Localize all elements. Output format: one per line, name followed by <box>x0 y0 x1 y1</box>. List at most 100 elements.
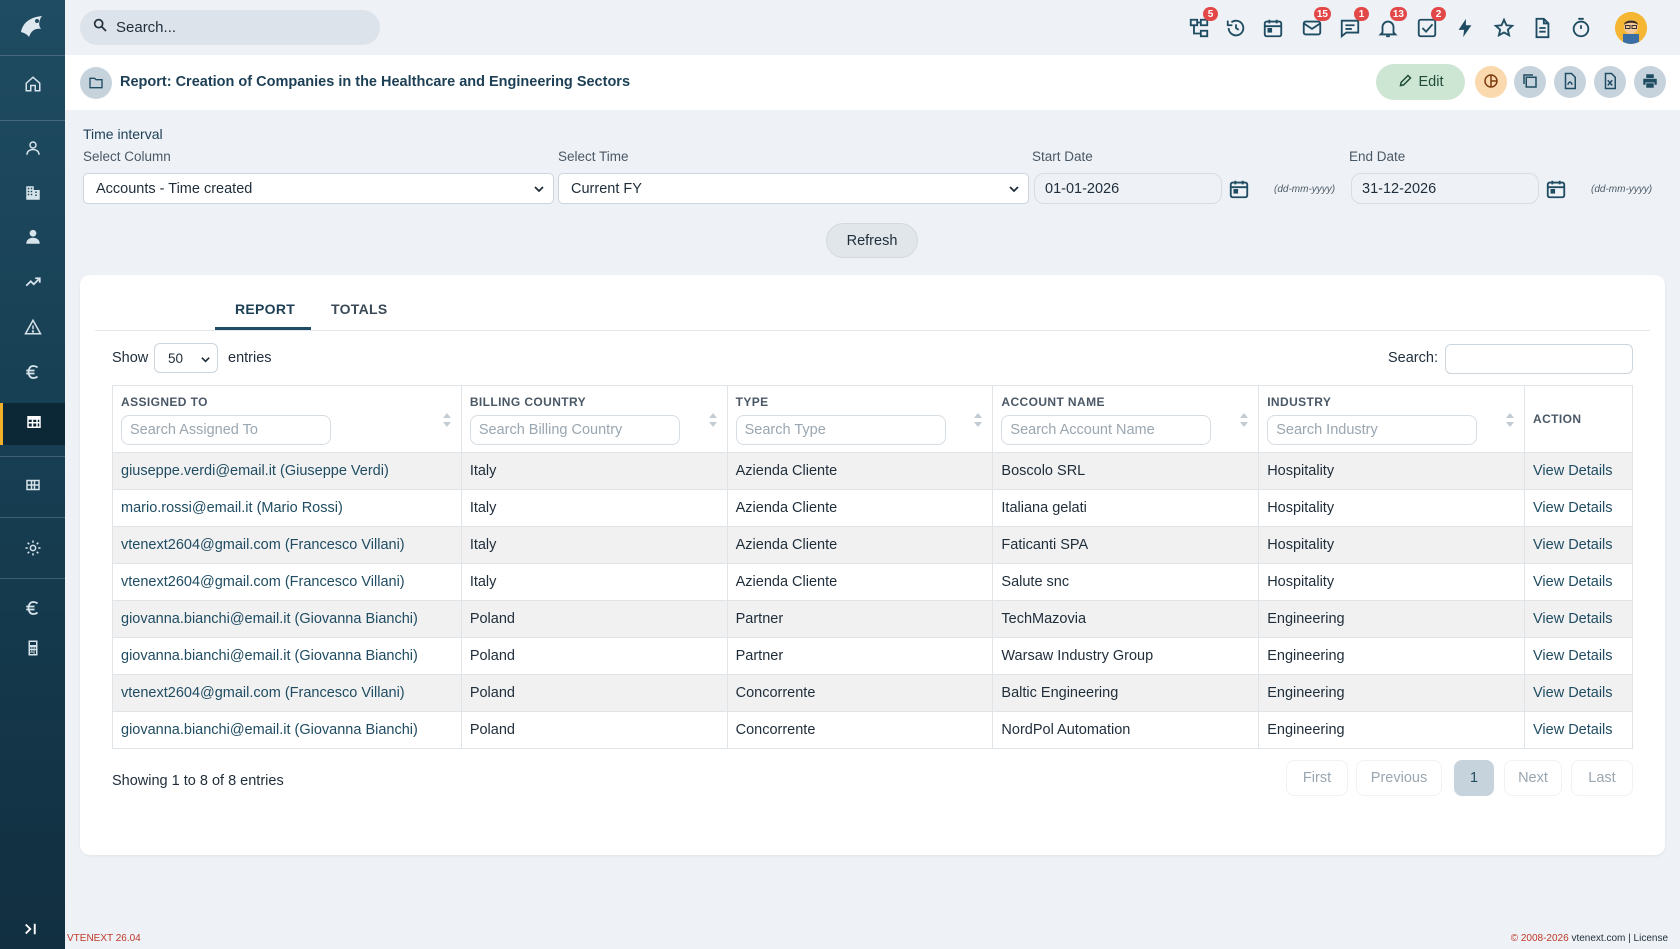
cell-industry: Engineering <box>1258 674 1525 712</box>
cell-assigned-to[interactable]: vtenext2604@gmail.com (Francesco Villani… <box>112 674 462 712</box>
sort-icon[interactable] <box>1240 413 1249 427</box>
history-icon[interactable] <box>1225 17 1247 39</box>
footer-copyright: © 2008-2026 vtenext.com | License <box>1510 933 1668 944</box>
chevron-down-icon <box>533 183 545 195</box>
select-column-dropdown[interactable]: Accounts - Time created <box>83 173 554 204</box>
select-time-dropdown[interactable]: Current FY <box>558 173 1029 204</box>
star-icon[interactable] <box>1493 17 1515 39</box>
cell-assigned-to[interactable]: giovanna.bianchi@email.it (Giovanna Bian… <box>112 600 462 638</box>
duplicate-button[interactable] <box>1514 66 1546 98</box>
view-details-link[interactable]: View Details <box>1524 600 1633 638</box>
sidebar-item-contacts[interactable] <box>0 219 65 259</box>
cell-type: Concorrente <box>726 711 994 749</box>
sidebar-item-currency[interactable] <box>0 590 65 630</box>
license-link[interactable]: License <box>1634 933 1668 944</box>
pagination-page-1[interactable]: 1 <box>1454 760 1494 796</box>
start-date-label: Start Date <box>1032 149 1093 164</box>
sort-icon[interactable] <box>1506 413 1514 427</box>
sort-icon[interactable] <box>442 413 451 427</box>
view-details-link[interactable]: View Details <box>1524 674 1633 712</box>
timer-icon[interactable] <box>1570 17 1592 39</box>
export-excel-button[interactable] <box>1594 66 1626 98</box>
cell-assigned-to[interactable]: mario.rossi@email.it (Mario Rossi) <box>112 489 462 527</box>
global-search[interactable] <box>80 10 380 45</box>
refresh-button[interactable]: Refresh <box>826 223 918 258</box>
chevron-down-icon <box>1008 183 1020 195</box>
print-button[interactable] <box>1634 66 1666 98</box>
view-details-link[interactable]: View Details <box>1524 637 1633 675</box>
report-table: ASSIGNED TO Search Assigned To BILLING CO… <box>112 385 1633 749</box>
page-size-select[interactable]: 50 <box>154 343 218 373</box>
column-header-assigned-to[interactable]: ASSIGNED TO Search Assigned To <box>112 385 462 453</box>
view-details-link[interactable]: View Details <box>1524 526 1633 564</box>
collapse-sidebar-icon[interactable] <box>22 920 40 938</box>
pagination-next[interactable]: Next <box>1504 760 1562 796</box>
cell-type: Concorrente <box>726 674 994 712</box>
processes-icon[interactable]: 5 <box>1188 7 1218 39</box>
column-header-industry[interactable]: INDUSTRY Search Industry <box>1258 385 1525 453</box>
sidebar-item-home[interactable] <box>0 66 65 106</box>
tab-report[interactable]: REPORT <box>235 301 295 317</box>
entries-label: entries <box>228 350 272 366</box>
view-details-link[interactable]: View Details <box>1524 563 1633 601</box>
calendar-icon[interactable] <box>1545 178 1567 200</box>
view-details-link[interactable]: View Details <box>1524 489 1633 527</box>
notifications-badge: 13 <box>1389 7 1407 21</box>
search-type-input[interactable]: Search Type <box>735 415 946 445</box>
edit-button-label: Edit <box>1418 74 1444 90</box>
document-icon[interactable] <box>1531 17 1553 39</box>
sidebar-item-alerts[interactable] <box>0 309 65 349</box>
folder-icon[interactable] <box>80 67 112 99</box>
cell-assigned-to[interactable]: vtenext2604@gmail.com (Francesco Villani… <box>112 563 462 601</box>
mail-icon[interactable]: 15 <box>1301 7 1331 39</box>
start-date-input[interactable]: 01-01-2026 <box>1034 173 1222 204</box>
cell-type: Azienda Cliente <box>726 452 994 490</box>
search-assigned-to-input[interactable]: Search Assigned To <box>121 415 331 445</box>
search-industry-input[interactable]: Search Industry <box>1267 415 1478 445</box>
cell-assigned-to[interactable]: giuseppe.verdi@email.it (Giuseppe Verdi) <box>112 452 462 490</box>
cell-assigned-to[interactable]: vtenext2604@gmail.com (Francesco Villani… <box>112 526 462 564</box>
app-logo[interactable] <box>17 12 47 42</box>
notifications-bell-icon[interactable]: 13 <box>1377 7 1407 39</box>
tab-totals[interactable]: TOTALS <box>331 301 388 317</box>
view-details-link[interactable]: View Details <box>1524 711 1633 749</box>
column-header-type[interactable]: TYPE Search Type <box>726 385 994 453</box>
view-details-link[interactable]: View Details <box>1524 452 1633 490</box>
site-link[interactable]: vtenext.com <box>1571 933 1625 944</box>
search-billing-country-input[interactable]: Search Billing Country <box>469 415 680 445</box>
sort-icon[interactable] <box>708 413 717 427</box>
chat-icon[interactable]: 1 <box>1339 7 1369 39</box>
sidebar-item-calculator[interactable] <box>0 630 65 670</box>
column-header-account-name[interactable]: ACCOUNT NAME Search Account Name <box>992 385 1260 453</box>
time-interval-label: Time interval <box>83 126 163 142</box>
printer-icon <box>1641 72 1659 93</box>
sidebar-item-reports[interactable] <box>0 403 65 445</box>
sidebar-item-settings[interactable] <box>0 530 65 570</box>
edit-button[interactable]: Edit <box>1376 64 1465 100</box>
cell-industry: Hospitality <box>1258 489 1525 527</box>
user-avatar[interactable] <box>1615 12 1647 44</box>
global-search-input[interactable] <box>116 19 356 36</box>
search-icon <box>92 17 108 38</box>
table-search-input[interactable] <box>1445 344 1633 374</box>
pagination-last[interactable]: Last <box>1571 760 1633 796</box>
cell-assigned-to[interactable]: giovanna.bianchi@email.it (Giovanna Bian… <box>112 711 462 749</box>
sidebar-item-grid[interactable] <box>0 467 65 507</box>
cell-assigned-to[interactable]: giovanna.bianchi@email.it (Giovanna Bian… <box>112 637 462 675</box>
column-header-billing-country[interactable]: BILLING COUNTRY Search Billing Country <box>460 385 728 453</box>
export-pdf-button[interactable] <box>1554 66 1586 98</box>
search-account-name-input[interactable]: Search Account Name <box>1001 415 1212 445</box>
pagination-previous[interactable]: Previous <box>1356 760 1442 796</box>
sidebar-item-trends[interactable] <box>0 264 65 304</box>
end-date-input[interactable]: 31-12-2026 <box>1351 173 1539 204</box>
sidebar-item-accounts[interactable] <box>0 175 65 215</box>
pagination-first[interactable]: First <box>1286 760 1348 796</box>
sidebar-item-finance[interactable] <box>0 354 65 394</box>
tasks-check-icon[interactable]: 2 <box>1416 7 1446 39</box>
lightning-icon[interactable] <box>1454 17 1476 39</box>
chart-button[interactable] <box>1475 66 1507 98</box>
sort-icon[interactable] <box>974 413 983 427</box>
calendar-icon[interactable] <box>1262 17 1284 39</box>
sidebar-item-users[interactable] <box>0 130 65 170</box>
calendar-icon[interactable] <box>1228 178 1250 200</box>
